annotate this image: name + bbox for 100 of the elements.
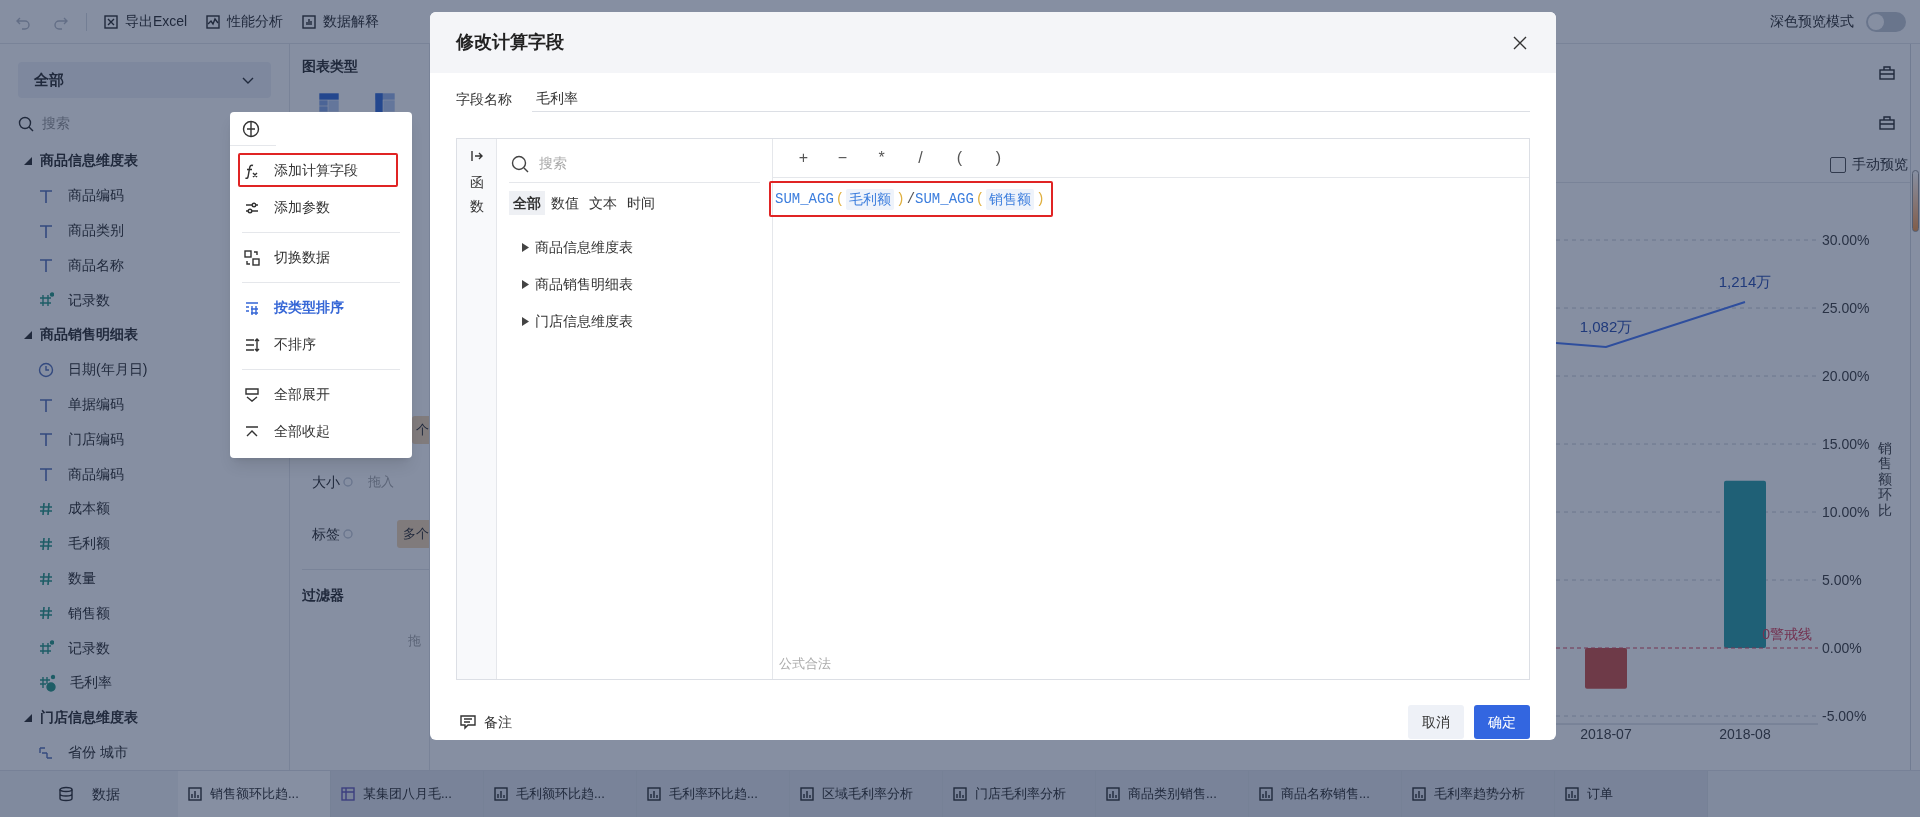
data-label: 1,214万 bbox=[1718, 273, 1772, 290]
data-button[interactable]: 数据 bbox=[0, 771, 178, 817]
dialog-button[interactable]: 取消 bbox=[1408, 705, 1464, 739]
crosshair-icon bbox=[242, 119, 260, 138]
toolbar-button[interactable]: 性能分析 bbox=[205, 11, 284, 32]
formula-token: SUM_AGG bbox=[775, 189, 834, 209]
function-tab[interactable]: 时间 bbox=[623, 191, 659, 215]
search-icon bbox=[511, 154, 529, 173]
scrollbar-thumb[interactable] bbox=[1912, 170, 1919, 232]
operator-button[interactable]: + bbox=[795, 146, 812, 170]
note-button[interactable]: 备注 bbox=[460, 711, 512, 733]
function-tab[interactable]: 数值 bbox=[547, 191, 583, 215]
sheet-tab[interactable]: 订单 bbox=[1555, 771, 1708, 817]
tree-item[interactable]: 商品信息维度表 bbox=[509, 229, 760, 266]
text-field-icon bbox=[38, 431, 54, 448]
close-icon bbox=[1512, 34, 1528, 51]
formula-token: ( bbox=[834, 189, 846, 209]
bar-chart-icon bbox=[647, 787, 661, 801]
checkbox[interactable] bbox=[1830, 156, 1846, 173]
caret-icon[interactable] bbox=[521, 243, 529, 252]
tree-item[interactable]: 商品销售明细表 bbox=[509, 266, 760, 303]
sheet-tab[interactable]: 某集团八月毛... bbox=[331, 771, 484, 817]
bar-chart-icon bbox=[188, 787, 202, 801]
caret-icon[interactable] bbox=[24, 156, 32, 165]
field-item[interactable]: 销售额 bbox=[18, 595, 271, 631]
calculated-field-icon bbox=[38, 673, 56, 692]
sheet-tab[interactable]: 毛利率趋势分析 bbox=[1402, 771, 1555, 817]
field-chip[interactable]: 多个 bbox=[397, 520, 429, 548]
operator-button[interactable]: / bbox=[912, 146, 929, 170]
sheet-tab[interactable]: 商品类别销售... bbox=[1096, 771, 1249, 817]
function-tab[interactable]: 全部 bbox=[509, 191, 545, 215]
operator-button[interactable]: ( bbox=[951, 146, 968, 170]
number-field-icon bbox=[38, 605, 54, 622]
clock-icon bbox=[38, 361, 54, 378]
field-item[interactable]: 毛利额 bbox=[18, 526, 271, 562]
warning-line-label: 0警戒线 bbox=[1762, 626, 1812, 642]
input-field[interactable]: 毛利率 bbox=[532, 86, 1530, 112]
bar-chart-icon bbox=[1565, 787, 1579, 801]
sheet-tab[interactable]: 门店毛利率分析 bbox=[943, 771, 1096, 817]
formula-token: ) bbox=[895, 189, 906, 209]
operator-button[interactable]: ) bbox=[990, 146, 1007, 170]
tick-label: 15.00% bbox=[1822, 436, 1870, 452]
operator-button[interactable]: * bbox=[873, 146, 890, 170]
checkbox-label: 手动预览 bbox=[1852, 155, 1908, 174]
dark-preview-label: 深色预览模式 bbox=[1770, 12, 1854, 31]
pulse-chart-icon bbox=[205, 13, 222, 30]
bar-chart-icon bbox=[301, 13, 318, 30]
search-field[interactable]: 搜索 bbox=[509, 145, 760, 183]
field-item[interactable]: 毛利率 bbox=[18, 665, 271, 701]
bar-chart-icon bbox=[1106, 787, 1120, 801]
group-heading: 商品销售明细表 bbox=[40, 325, 138, 345]
section-title: 过滤器 bbox=[302, 586, 345, 605]
toolbar-button[interactable]: 导出Excel bbox=[103, 11, 188, 32]
unsorted-icon bbox=[244, 336, 260, 353]
field-item[interactable]: 商品编码 bbox=[18, 456, 271, 492]
field-label: 字段名称 bbox=[456, 89, 513, 109]
spreadsheet-icon bbox=[103, 13, 119, 30]
text-field-icon bbox=[38, 257, 54, 274]
bar-chart-icon bbox=[1259, 787, 1273, 801]
search-icon bbox=[18, 115, 34, 132]
field-chip[interactable]: 个 bbox=[412, 416, 429, 444]
axis-label: 2018-08 bbox=[1719, 726, 1771, 742]
briefcase-icon bbox=[1878, 64, 1896, 82]
number-field-icon bbox=[38, 570, 54, 587]
swap-icon bbox=[244, 249, 260, 266]
function-tab[interactable]: 文本 bbox=[585, 191, 621, 215]
field-item[interactable]: 数量 bbox=[18, 561, 271, 596]
shelf-label: 大小 bbox=[312, 472, 341, 492]
sheet-tab[interactable]: 商品名称销售... bbox=[1249, 771, 1402, 817]
caret-icon[interactable] bbox=[521, 317, 529, 326]
sheet-tab[interactable]: 销售额环比趋... bbox=[178, 771, 331, 817]
dialog-button[interactable]: 确定 bbox=[1474, 705, 1530, 739]
toolbar-button[interactable]: 数据解释 bbox=[301, 11, 380, 32]
caret-icon[interactable] bbox=[24, 330, 32, 339]
sheet-tab[interactable]: 毛利额环比趋... bbox=[484, 771, 637, 817]
sheet-tab[interactable]: 毛利率环比趋... bbox=[637, 771, 790, 817]
sheet-tab[interactable]: 区域毛利率分析 bbox=[790, 771, 943, 817]
count-field-icon bbox=[38, 640, 54, 657]
field-item[interactable]: 成本额 bbox=[18, 491, 271, 527]
caret-icon[interactable] bbox=[24, 713, 32, 722]
tick-label: 10.00% bbox=[1822, 504, 1870, 520]
sort-icon bbox=[244, 299, 260, 316]
axis-title: 销售额环比 bbox=[1878, 441, 1892, 518]
caret-icon[interactable] bbox=[521, 280, 529, 289]
text-field-icon bbox=[38, 222, 54, 239]
dataset-dropdown[interactable]: 全部 bbox=[18, 62, 271, 98]
formula-token: 毛利额 bbox=[846, 188, 895, 210]
operator-button[interactable]: − bbox=[834, 146, 851, 170]
validation-message: 公式合法 bbox=[779, 654, 832, 673]
database-icon bbox=[58, 786, 74, 802]
number-field-icon bbox=[38, 535, 54, 552]
data-label: 1,082万 bbox=[1579, 318, 1633, 335]
dropdown-value: 全部 bbox=[34, 69, 64, 90]
tree-item[interactable]: 门店信息维度表 bbox=[509, 303, 760, 340]
table-icon bbox=[341, 787, 355, 801]
toggle-switch[interactable] bbox=[1866, 11, 1906, 32]
collapse-panel-icon bbox=[469, 149, 484, 163]
group-heading: 商品信息维度表 bbox=[40, 151, 138, 171]
field-item[interactable]: 记录数 bbox=[18, 630, 271, 666]
field-item[interactable]: 省份 城市 bbox=[18, 735, 271, 770]
